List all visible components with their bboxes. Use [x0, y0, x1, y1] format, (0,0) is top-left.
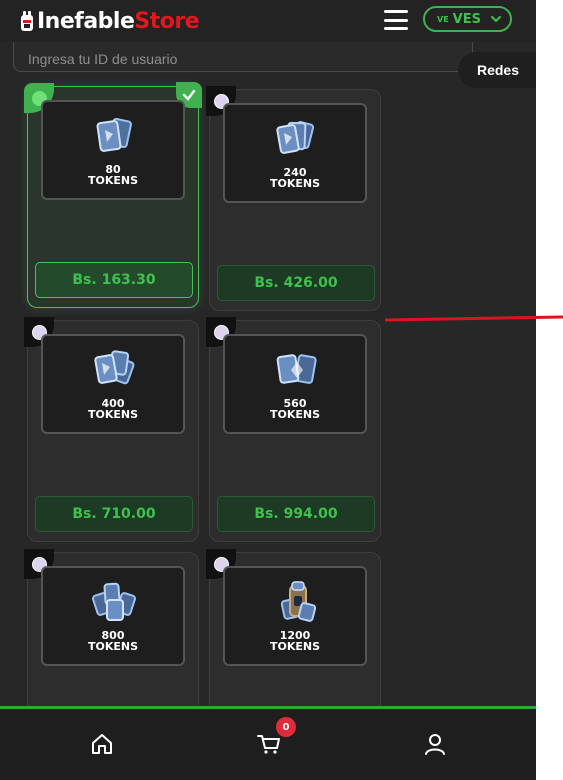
- price-button[interactable]: Bs. 710.00: [35, 496, 193, 532]
- currency-code: VES: [452, 11, 481, 27]
- page-background: [536, 0, 563, 780]
- product-image: 1200 TOKENS: [223, 566, 367, 666]
- token-cards-icon: [276, 121, 315, 154]
- flag-label: VE: [437, 14, 449, 24]
- top-header: Inefable Store VE VES: [0, 0, 536, 42]
- bottom-navigation: [0, 706, 536, 780]
- token-cards-icon: [94, 350, 135, 385]
- price-button[interactable]: Bs. 426.00: [217, 265, 375, 301]
- token-cards-icon: [276, 354, 317, 384]
- mascot-icon: [21, 11, 33, 31]
- menu-icon[interactable]: [384, 10, 408, 30]
- price-button[interactable]: Bs. 163.30: [35, 262, 193, 298]
- product-image: 240 TOKENS: [223, 103, 367, 203]
- token-label: TOKENS: [269, 408, 321, 421]
- token-label: TOKENS: [87, 640, 139, 653]
- token-cards-icon: [92, 582, 136, 621]
- redes-button[interactable]: Redes: [458, 52, 536, 88]
- app-screen: InefableStore VE VES Redes 80 TOKENS: [0, 0, 536, 780]
- product-card[interactable]: 240 TOKENS Bs. 426.00: [206, 86, 381, 311]
- currency-selector[interactable]: VE VES: [423, 6, 512, 32]
- product-card[interactable]: 560 TOKENS Bs. 994.00: [206, 317, 381, 542]
- product-image: 800 TOKENS: [41, 566, 185, 666]
- chevron-down-icon: [491, 16, 501, 23]
- token-label: TOKENS: [269, 640, 321, 653]
- product-card[interactable]: 80 TOKENS Bs. 163.30: [24, 82, 202, 308]
- token-label: TOKENS: [87, 408, 139, 421]
- product-image: 560 TOKENS: [223, 334, 367, 434]
- logo-text-red: Store: [134, 8, 200, 34]
- logo-text-white: Inefable: [37, 8, 135, 34]
- cart-count-badge: 0: [276, 717, 296, 737]
- cart-icon[interactable]: [256, 731, 282, 757]
- token-cards-icon: [96, 117, 132, 152]
- annotation-line: [385, 315, 563, 322]
- token-label: TOKENS: [87, 174, 139, 187]
- token-label: TOKENS: [269, 177, 321, 190]
- product-image: 400 TOKENS: [41, 334, 185, 434]
- product-image: 80 TOKENS: [41, 100, 185, 200]
- user-icon[interactable]: [422, 731, 448, 757]
- home-icon[interactable]: [89, 731, 115, 757]
- product-card[interactable]: 400 TOKENS Bs. 710.00: [24, 317, 199, 542]
- price-button[interactable]: Bs. 994.00: [217, 496, 375, 532]
- token-chest-icon: [280, 581, 317, 622]
- store-logo[interactable]: Inefable Store: [18, 6, 200, 36]
